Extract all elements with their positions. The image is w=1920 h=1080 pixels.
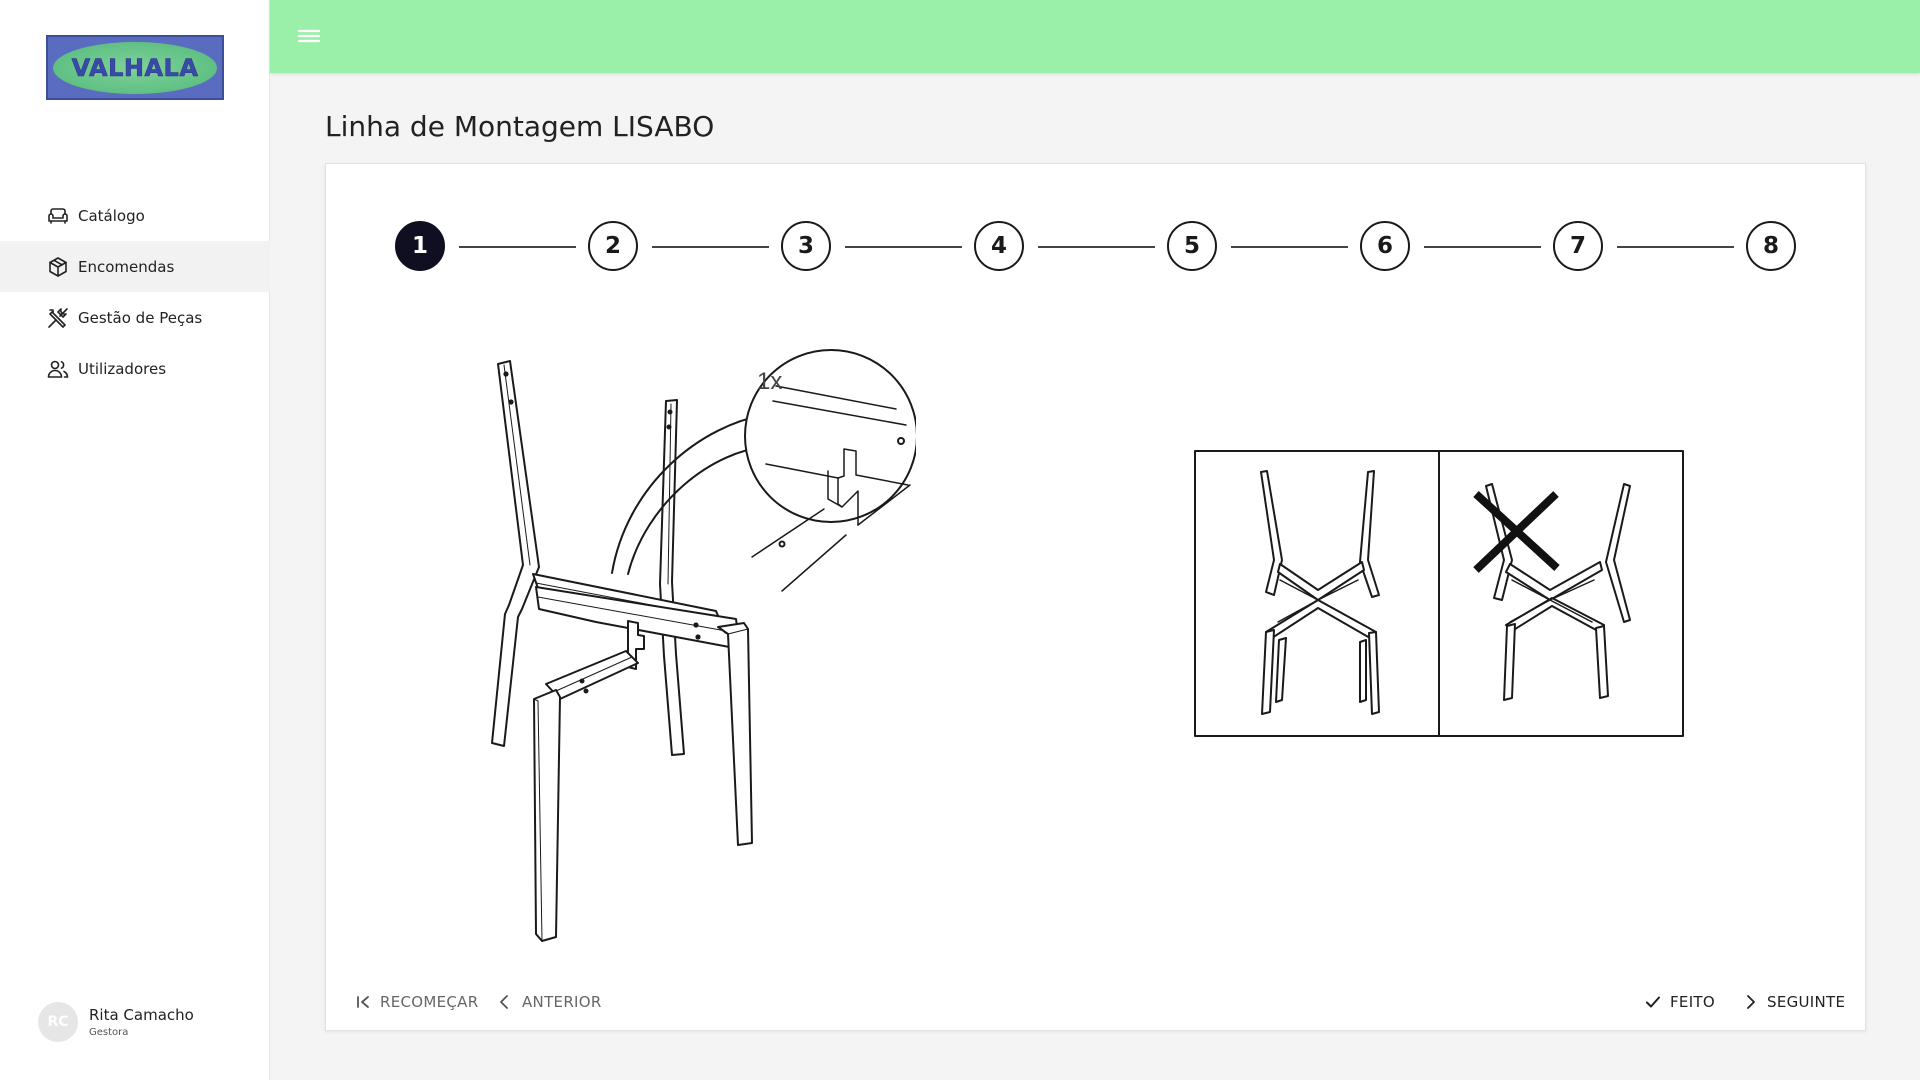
- top-bar: [270, 0, 1920, 73]
- chair-frame-illustration: 1x: [491, 349, 916, 942]
- valhala-logo[interactable]: VALHALA: [46, 35, 224, 100]
- check-icon: [1646, 996, 1660, 1008]
- tools-icon: [48, 307, 68, 328]
- step-8[interactable]: 8: [1746, 221, 1796, 271]
- chevron-right-icon: [1747, 995, 1755, 1009]
- done-button[interactable]: FEITO: [1644, 990, 1715, 1014]
- avatar: RC: [38, 1002, 78, 1042]
- step-connector: [1617, 246, 1734, 248]
- user-info: Rita Camacho Gestora: [89, 1006, 194, 1038]
- previous-label: ANTERIOR: [522, 993, 602, 1011]
- page-title: Linha de Montagem LISABO: [325, 110, 715, 143]
- step-4[interactable]: 4: [974, 221, 1024, 271]
- logo-ellipse: VALHALA: [53, 41, 217, 94]
- assembly-card: 1 2 3 4 5 6 7 8 1x RECOMEÇAR ANTERIOR FE…: [325, 163, 1866, 1031]
- sidebar-item-utilizadores[interactable]: Utilizadores: [0, 343, 270, 394]
- sidebar-item-label: Gestão de Peças: [78, 308, 203, 327]
- restart-label: RECOMEÇAR: [380, 993, 479, 1011]
- skip-to-start-icon: [357, 996, 369, 1008]
- done-label: FEITO: [1670, 993, 1715, 1011]
- sidebar-item-gestao-de-pecas[interactable]: Gestão de Peças: [0, 292, 270, 343]
- sidebar-item-label: Encomendas: [78, 257, 175, 276]
- step-7[interactable]: 7: [1553, 221, 1603, 271]
- step-connector: [1424, 246, 1541, 248]
- sidebar-item-catalogo[interactable]: Catálogo: [0, 190, 270, 241]
- step-1[interactable]: 1: [395, 221, 445, 271]
- step-connector: [652, 246, 769, 248]
- logo-text: VALHALA: [71, 53, 199, 82]
- previous-button[interactable]: ANTERIOR: [496, 990, 602, 1014]
- next-button[interactable]: SEGUINTE: [1741, 990, 1845, 1014]
- step-connector: [1038, 246, 1155, 248]
- sidebar-item-label: Catálogo: [78, 206, 145, 225]
- step-2[interactable]: 2: [588, 221, 638, 271]
- sidebar-nav: Catálogo Encomendas Gestão de Peças Util…: [0, 190, 270, 394]
- step-6[interactable]: 6: [1360, 221, 1410, 271]
- step-connector: [845, 246, 962, 248]
- chevron-left-icon: [500, 995, 508, 1009]
- users-icon: [47, 360, 69, 378]
- package-icon: [49, 256, 67, 277]
- step-connector: [1231, 246, 1348, 248]
- sidebar-item-label: Utilizadores: [78, 359, 167, 378]
- step-connector: [459, 246, 576, 248]
- sofa-icon: [48, 207, 68, 224]
- callout-quantity: 1x: [757, 368, 782, 395]
- user-role: Gestora: [89, 1027, 129, 1038]
- next-label: SEGUINTE: [1767, 993, 1846, 1011]
- user-profile[interactable]: RC Rita Camacho Gestora: [38, 1002, 194, 1042]
- hamburger-menu-icon[interactable]: [297, 26, 321, 46]
- sidebar-item-encomendas[interactable]: Encomendas: [0, 241, 270, 292]
- sidebar: VALHALA Catálogo Encomendas Gestão de Pe…: [0, 0, 270, 1080]
- step-3[interactable]: 3: [781, 221, 831, 271]
- step-5[interactable]: 5: [1167, 221, 1217, 271]
- orientation-comparison-illustration: [1194, 450, 1684, 737]
- user-name: Rita Camacho: [89, 1006, 194, 1024]
- restart-button[interactable]: RECOMEÇAR: [354, 990, 478, 1014]
